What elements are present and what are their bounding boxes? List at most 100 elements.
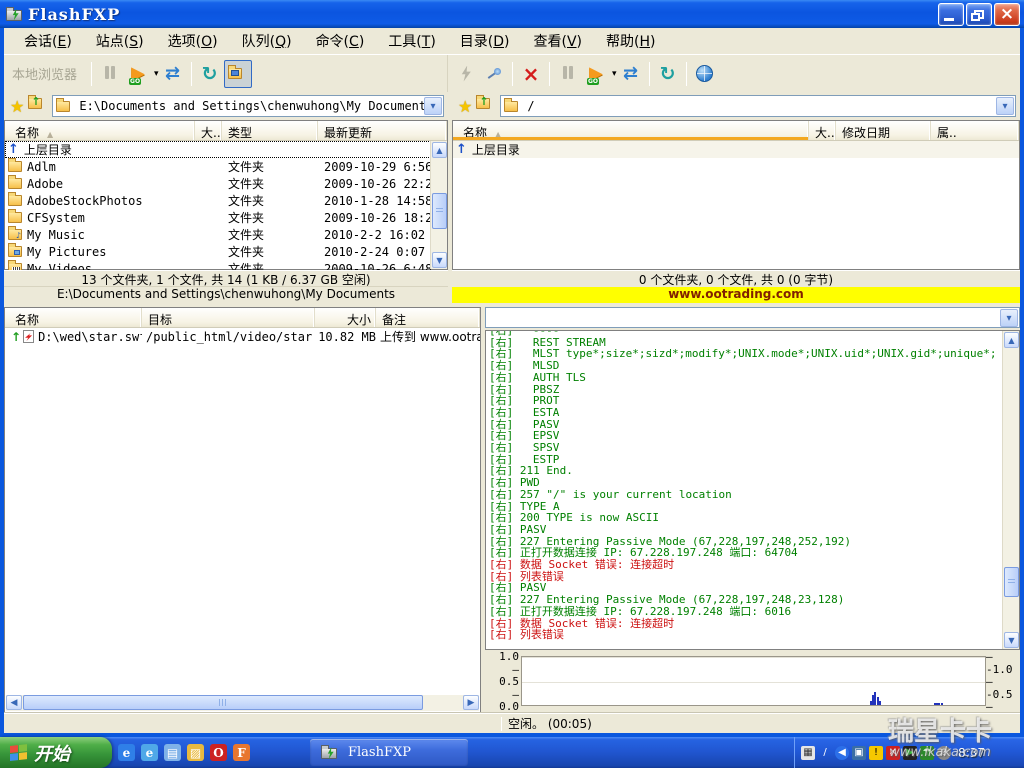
taskbar-button-flashfxp[interactable]: FlashFXP bbox=[310, 739, 468, 766]
folder-computer-icon bbox=[228, 68, 242, 79]
refresh-button[interactable]: ↻ bbox=[196, 60, 224, 88]
scroll-left-button[interactable]: ◀ bbox=[6, 695, 22, 710]
status-bar: 空闲。 (00:05) bbox=[4, 713, 1020, 733]
restore-button[interactable] bbox=[966, 3, 992, 26]
go-dropdown-arrow[interactable]: ▾ bbox=[154, 69, 159, 79]
scrollbar-thumb[interactable] bbox=[432, 193, 447, 229]
transfer-button[interactable]: ⇄ bbox=[617, 60, 645, 88]
ie-shortcut-icon[interactable]: e bbox=[141, 744, 158, 761]
menu-item-H[interactable]: 帮助(H) bbox=[594, 28, 667, 54]
dropdown-button[interactable]: ▾ bbox=[424, 97, 442, 115]
notepad-icon[interactable]: ▤ bbox=[164, 744, 181, 761]
disabled-clock-icon[interactable]: ⊘ bbox=[937, 746, 951, 760]
type-cell: 文件夹 bbox=[222, 209, 318, 226]
column-header-size[interactable]: 大小 bbox=[315, 308, 376, 327]
minimize-button[interactable] bbox=[938, 3, 964, 26]
site-manager-button[interactable] bbox=[691, 60, 719, 88]
go-dropdown-arrow[interactable]: ▾ bbox=[612, 69, 617, 79]
bookmark-star-icon[interactable]: ★ bbox=[458, 97, 472, 116]
go-button[interactable]: ▶GO bbox=[582, 60, 610, 88]
refresh-button[interactable]: ↻ bbox=[654, 60, 682, 88]
pause-button[interactable] bbox=[554, 60, 582, 88]
column-header-target[interactable]: 目标 bbox=[142, 308, 315, 327]
up-directory-row[interactable]: ↑上层目录 bbox=[453, 141, 1019, 158]
scroll-right-button[interactable]: ▶ bbox=[463, 695, 479, 710]
scrollbar-thumb[interactable] bbox=[1004, 567, 1019, 597]
column-header-size[interactable]: 大.. bbox=[809, 121, 836, 140]
queue-row[interactable]: ↑D:\wed\star.swf/public_html/video/star.… bbox=[5, 328, 480, 345]
file-row[interactable]: ♪My Music文件夹2010-2-2 16:02 bbox=[5, 226, 431, 243]
menu-item-O[interactable]: 选项(O) bbox=[156, 28, 230, 54]
ie-icon[interactable]: e bbox=[118, 744, 135, 761]
scroll-up-button[interactable]: ▲ bbox=[1004, 332, 1019, 348]
log-filter-combobox[interactable]: ▾ bbox=[485, 307, 1020, 328]
transfer-button[interactable]: ⇄ bbox=[159, 60, 187, 88]
file-row[interactable]: CFSystem文件夹2009-10-26 18:29 bbox=[5, 209, 431, 226]
column-header-name[interactable]: 名称▲ bbox=[5, 121, 195, 140]
remote-path-combobox[interactable]: / ▾ bbox=[500, 95, 1016, 117]
menu-item-T[interactable]: 工具(T) bbox=[376, 28, 448, 54]
scroll-up-button[interactable]: ▲ bbox=[432, 142, 447, 158]
remote-status-counts: 0 个文件夹, 0 个文件, 共 0 (0 字节) bbox=[452, 270, 1020, 287]
language-bar-icon[interactable]: ◀ bbox=[835, 746, 849, 760]
menu-item-Q[interactable]: 队列(Q) bbox=[230, 28, 304, 54]
date-cell bbox=[318, 141, 431, 158]
connect-button[interactable] bbox=[480, 60, 508, 88]
column-header-type[interactable]: 类型 bbox=[222, 121, 318, 140]
menu-item-D[interactable]: 目录(D) bbox=[448, 28, 522, 54]
scroll-down-button[interactable]: ▼ bbox=[1004, 632, 1019, 648]
column-header-attr[interactable]: 属.. bbox=[931, 121, 1019, 140]
menu-item-V[interactable]: 查看(V) bbox=[522, 28, 595, 54]
session-log: [右] ----[右] REST STREAM[右] MLST type*;si… bbox=[485, 330, 1020, 650]
up-directory-row[interactable]: ↑上层目录 bbox=[5, 141, 431, 158]
pause-button[interactable] bbox=[96, 60, 124, 88]
menu-item-S[interactable]: 站点(S) bbox=[84, 28, 156, 54]
file-row[interactable]: My Pictures文件夹2010-2-24 0:07 bbox=[5, 243, 431, 260]
pen-icon[interactable]: / bbox=[818, 746, 832, 760]
local-path-combobox[interactable]: E:\Documents and Settings\chenwuhong\My … bbox=[52, 95, 444, 117]
quick-connect-button[interactable] bbox=[452, 60, 480, 88]
parent-folder-button[interactable]: ↑ bbox=[28, 98, 46, 114]
folder-icon bbox=[8, 161, 22, 172]
graph-tick-right: -0.5 bbox=[986, 675, 1020, 701]
column-header-name[interactable]: 名称▲ bbox=[453, 121, 809, 140]
column-header-date[interactable]: 最新更新 bbox=[318, 121, 447, 140]
file-row[interactable]: Adlm文件夹2009-10-29 6:56 bbox=[5, 158, 431, 175]
keyboard-icon[interactable]: ▦ bbox=[801, 746, 815, 760]
file-row[interactable]: Adobe文件夹2009-10-26 22:22 bbox=[5, 175, 431, 192]
scrollbar-thumb[interactable] bbox=[23, 695, 423, 710]
start-button[interactable]: 开始 bbox=[0, 737, 112, 768]
firefox-icon[interactable]: F bbox=[233, 744, 250, 761]
compare-folders-button[interactable] bbox=[224, 60, 252, 88]
umbrella-icon[interactable]: ☂ bbox=[920, 746, 934, 760]
dropdown-button[interactable]: ▾ bbox=[1000, 309, 1018, 327]
local-list-scrollbar[interactable]: ▲ ▼ bbox=[430, 141, 447, 269]
network-warning-icon[interactable]: ! bbox=[869, 746, 883, 760]
menu-item-C[interactable]: 命令(C) bbox=[304, 28, 377, 54]
dropdown-button[interactable]: ▾ bbox=[996, 97, 1014, 115]
column-header-name[interactable]: 名称 bbox=[5, 308, 142, 327]
log-line: [右] PBSZ bbox=[489, 384, 1001, 396]
parent-folder-button[interactable]: ↑ bbox=[476, 98, 494, 114]
name-cell: ♪My Music bbox=[5, 226, 222, 243]
file-row[interactable]: AdobeStockPhotos文件夹2010-1-28 14:58 bbox=[5, 192, 431, 209]
close-button[interactable]: × bbox=[994, 3, 1020, 26]
column-header-date[interactable]: 修改日期 bbox=[836, 121, 931, 140]
log-line: [右] 200 TYPE is now ASCII bbox=[489, 512, 1001, 524]
log-line: [右] SPSV bbox=[489, 442, 1001, 454]
security-shield-icon[interactable]: ✕ bbox=[886, 746, 900, 760]
queue-hscrollbar[interactable]: ◀ ▶ bbox=[6, 695, 479, 711]
column-header-size[interactable]: 大.. bbox=[195, 121, 222, 140]
disconnect-button[interactable]: × bbox=[517, 60, 545, 88]
column-header-note[interactable]: 备注 bbox=[376, 308, 480, 327]
file-row[interactable]: My Videos文件夹2009-10-26 6:48 bbox=[5, 260, 431, 270]
go-button[interactable]: ▶GO bbox=[124, 60, 152, 88]
network-icon[interactable]: ▣ bbox=[852, 746, 866, 760]
scroll-down-button[interactable]: ▼ bbox=[432, 252, 447, 268]
menu-item-E[interactable]: 会话(E) bbox=[12, 28, 84, 54]
bookmark-star-icon[interactable]: ★ bbox=[10, 97, 24, 116]
opera-icon[interactable]: O bbox=[210, 744, 227, 761]
folder-icon[interactable]: ▨ bbox=[187, 744, 204, 761]
log-scrollbar[interactable]: ▲ ▼ bbox=[1002, 331, 1019, 649]
player-icon[interactable]: ▶ bbox=[903, 746, 917, 760]
